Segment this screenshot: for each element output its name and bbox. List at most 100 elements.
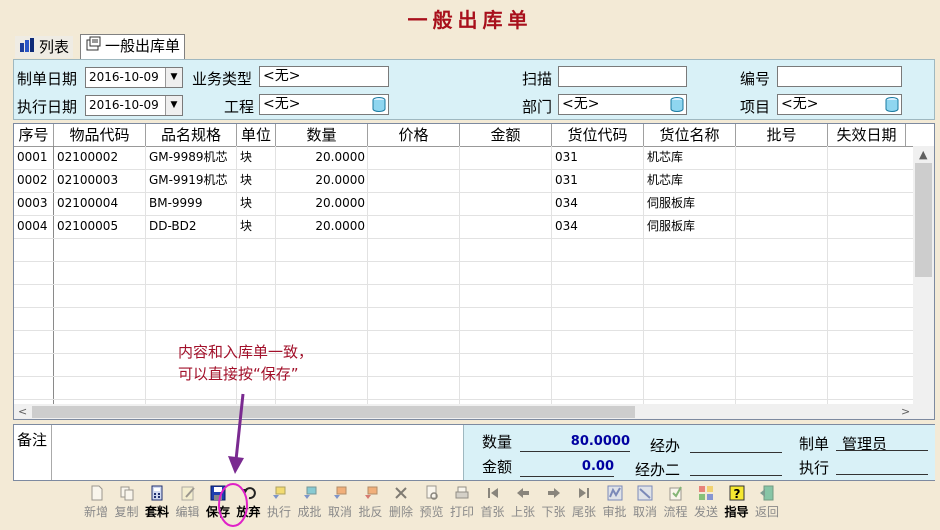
vertical-scrollbar[interactable]: ▲ <box>913 146 934 405</box>
table-cell[interactable] <box>460 192 552 215</box>
table-cell[interactable]: 0001 <box>14 146 54 169</box>
send-icon <box>690 485 722 501</box>
batch-icon <box>294 485 326 501</box>
table-cell[interactable]: 20.0000 <box>276 169 368 192</box>
table-cell[interactable]: 20.0000 <box>276 146 368 169</box>
items-grid[interactable]: 序号 物品代码 品名规格 单位 数量 价格 金额 货位代码 货位名称 批号 失效… <box>13 123 935 420</box>
table-row[interactable] <box>14 261 914 285</box>
table-cell[interactable]: 块 <box>237 169 276 192</box>
scan-field[interactable] <box>558 66 687 87</box>
column-header[interactable]: 货位名称 <box>644 124 736 146</box>
table-cell[interactable] <box>368 169 460 192</box>
make-date-field[interactable]: 2016-10-09 ▼ <box>85 67 183 88</box>
table-cell[interactable] <box>828 215 906 238</box>
department-field[interactable]: <无> <box>558 94 687 115</box>
table-cell[interactable]: 机芯库 <box>644 169 736 192</box>
database-icon[interactable] <box>670 97 684 112</box>
table-cell[interactable]: 伺服板库 <box>644 192 736 215</box>
table-cell[interactable] <box>368 146 460 169</box>
table-cell[interactable]: 034 <box>552 215 644 238</box>
table-cell[interactable]: 034 <box>552 192 644 215</box>
table-cell[interactable]: 0004 <box>14 215 54 238</box>
horizontal-scroll-thumb[interactable] <box>32 406 635 418</box>
table-cell[interactable]: 伺服板库 <box>644 215 736 238</box>
business-type-field[interactable]: <无> <box>259 66 389 87</box>
remark-field[interactable] <box>51 425 464 480</box>
table-cell[interactable]: 块 <box>237 146 276 169</box>
table-cell[interactable]: 0003 <box>14 192 54 215</box>
table-cell[interactable]: 02100004 <box>54 192 146 215</box>
number-field[interactable] <box>777 66 902 87</box>
table-row[interactable] <box>14 307 914 331</box>
table-cell[interactable]: 031 <box>552 169 644 192</box>
table-cell[interactable]: DD-BD2 <box>146 215 237 238</box>
table-cell[interactable] <box>460 146 552 169</box>
scroll-right-icon[interactable]: > <box>901 405 910 418</box>
column-header[interactable]: 序号 <box>14 124 54 146</box>
column-header[interactable]: 单位 <box>237 124 276 146</box>
chevron-down-icon[interactable]: ▼ <box>165 96 182 115</box>
table-cell[interactable] <box>736 169 828 192</box>
column-header[interactable]: 物品代码 <box>54 124 146 146</box>
table-cell[interactable]: 块 <box>237 192 276 215</box>
table-row[interactable]: 0004 02100005 DD-BD2 块 20.0000 034 伺服板库 <box>14 215 914 239</box>
table-cell[interactable]: 02100005 <box>54 215 146 238</box>
table-cell[interactable] <box>460 169 552 192</box>
column-header[interactable]: 数量 <box>276 124 368 146</box>
toolbar-button-exit[interactable]: 返回 <box>751 482 783 528</box>
approve-icon <box>599 485 631 501</box>
item-field[interactable]: <无> <box>777 94 902 115</box>
table-cell[interactable]: 块 <box>237 215 276 238</box>
table-cell[interactable]: 0002 <box>14 169 54 192</box>
column-header[interactable]: 价格 <box>368 124 460 146</box>
column-header[interactable]: 货位代码 <box>552 124 644 146</box>
grid-header: 序号 物品代码 品名规格 单位 数量 价格 金额 货位代码 货位名称 批号 失效… <box>14 124 934 147</box>
table-row[interactable] <box>14 376 914 400</box>
executor-label: 执行 <box>799 459 830 477</box>
vertical-scroll-thumb[interactable] <box>915 163 932 277</box>
table-cell[interactable] <box>460 215 552 238</box>
save-icon <box>202 485 234 501</box>
table-row[interactable] <box>14 353 914 377</box>
table-cell[interactable] <box>736 192 828 215</box>
table-cell[interactable]: 机芯库 <box>644 146 736 169</box>
table-row[interactable]: 0003 02100004 BM-9999 块 20.0000 034 伺服板库 <box>14 192 914 216</box>
chevron-down-icon[interactable]: ▼ <box>165 68 182 87</box>
table-row[interactable]: 0002 02100003 GM-9919机芯块 20.0000 031 机芯库 <box>14 169 914 193</box>
database-icon[interactable] <box>372 97 386 112</box>
database-icon[interactable] <box>885 97 899 112</box>
table-cell[interactable]: 02100003 <box>54 169 146 192</box>
column-header[interactable]: 失效日期 <box>828 124 906 146</box>
handler2-field[interactable] <box>690 475 782 476</box>
handler-field[interactable] <box>690 452 782 453</box>
table-cell[interactable]: 02100002 <box>54 146 146 169</box>
tab-general-outbound[interactable]: 一般出库单 <box>80 34 186 60</box>
table-cell[interactable] <box>828 169 906 192</box>
table-cell[interactable]: BM-9999 <box>146 192 237 215</box>
table-cell[interactable] <box>828 146 906 169</box>
column-header[interactable]: 金额 <box>460 124 552 146</box>
column-header[interactable]: 品名规格 <box>146 124 237 146</box>
table-cell[interactable] <box>736 146 828 169</box>
table-cell[interactable]: GM-9989机芯 <box>146 146 237 169</box>
table-row[interactable] <box>14 284 914 308</box>
table-row[interactable]: 0001 02100002 GM-9989机芯块 20.0000 031 机芯库 <box>14 146 914 170</box>
table-cell[interactable]: 20.0000 <box>276 192 368 215</box>
table-cell[interactable] <box>368 215 460 238</box>
scroll-left-icon[interactable]: < <box>18 405 27 418</box>
scroll-up-icon[interactable]: ▲ <box>919 148 927 161</box>
project-field[interactable]: <无> <box>259 94 389 115</box>
table-cell[interactable]: GM-9919机芯 <box>146 169 237 192</box>
table-cell[interactable]: 031 <box>552 146 644 169</box>
table-row[interactable] <box>14 330 914 354</box>
table-cell[interactable] <box>828 192 906 215</box>
table-cell[interactable] <box>736 215 828 238</box>
column-header[interactable]: 批号 <box>736 124 828 146</box>
tab-list[interactable]: 列表 <box>15 36 74 58</box>
exec-date-field[interactable]: 2016-10-09 ▼ <box>85 95 183 116</box>
table-row[interactable] <box>14 238 914 262</box>
table-cell[interactable]: 20.0000 <box>276 215 368 238</box>
remark-label: 备注 <box>17 431 48 449</box>
table-cell[interactable] <box>368 192 460 215</box>
horizontal-scrollbar[interactable]: < > <box>14 404 934 419</box>
